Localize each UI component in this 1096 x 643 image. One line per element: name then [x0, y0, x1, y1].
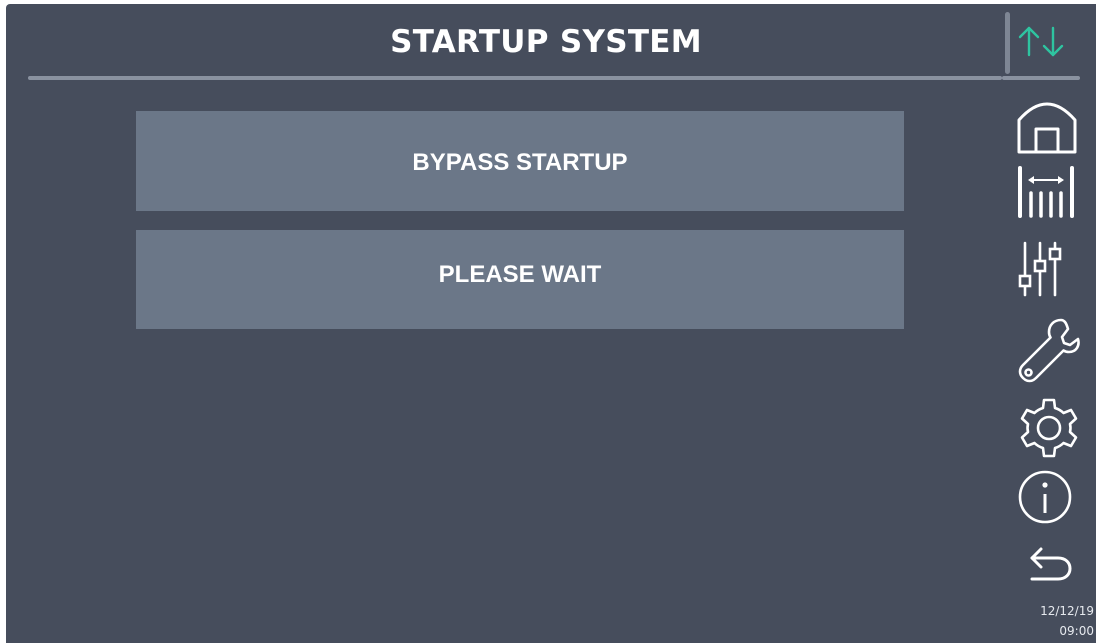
please-wait-button[interactable]: PLEASE WAIT [136, 230, 904, 329]
title-underline-tail [1002, 76, 1080, 80]
info-icon[interactable] [1017, 469, 1077, 529]
screen: STARTUP SYSTEM BYPASS STARTUP PLEASE WAI… [0, 0, 1096, 643]
measurements-icon[interactable] [1017, 166, 1077, 222]
sliders-icon[interactable] [1018, 236, 1078, 300]
datetime-display: 12/12/19 09:00 [1010, 601, 1094, 641]
time-text: 09:00 [1059, 624, 1094, 638]
gear-icon[interactable] [1017, 396, 1081, 460]
arrows-up-down-icon[interactable] [1016, 24, 1070, 60]
page-title: STARTUP SYSTEM [390, 24, 702, 60]
header-divider [1005, 12, 1010, 74]
wrench-icon[interactable] [1014, 316, 1080, 383]
bypass-startup-button[interactable]: BYPASS STARTUP [136, 111, 904, 211]
title-underline [28, 76, 1002, 80]
back-arrow-icon[interactable] [1024, 547, 1078, 587]
home-icon[interactable] [1014, 92, 1080, 156]
date-text: 12/12/19 [1040, 604, 1094, 618]
